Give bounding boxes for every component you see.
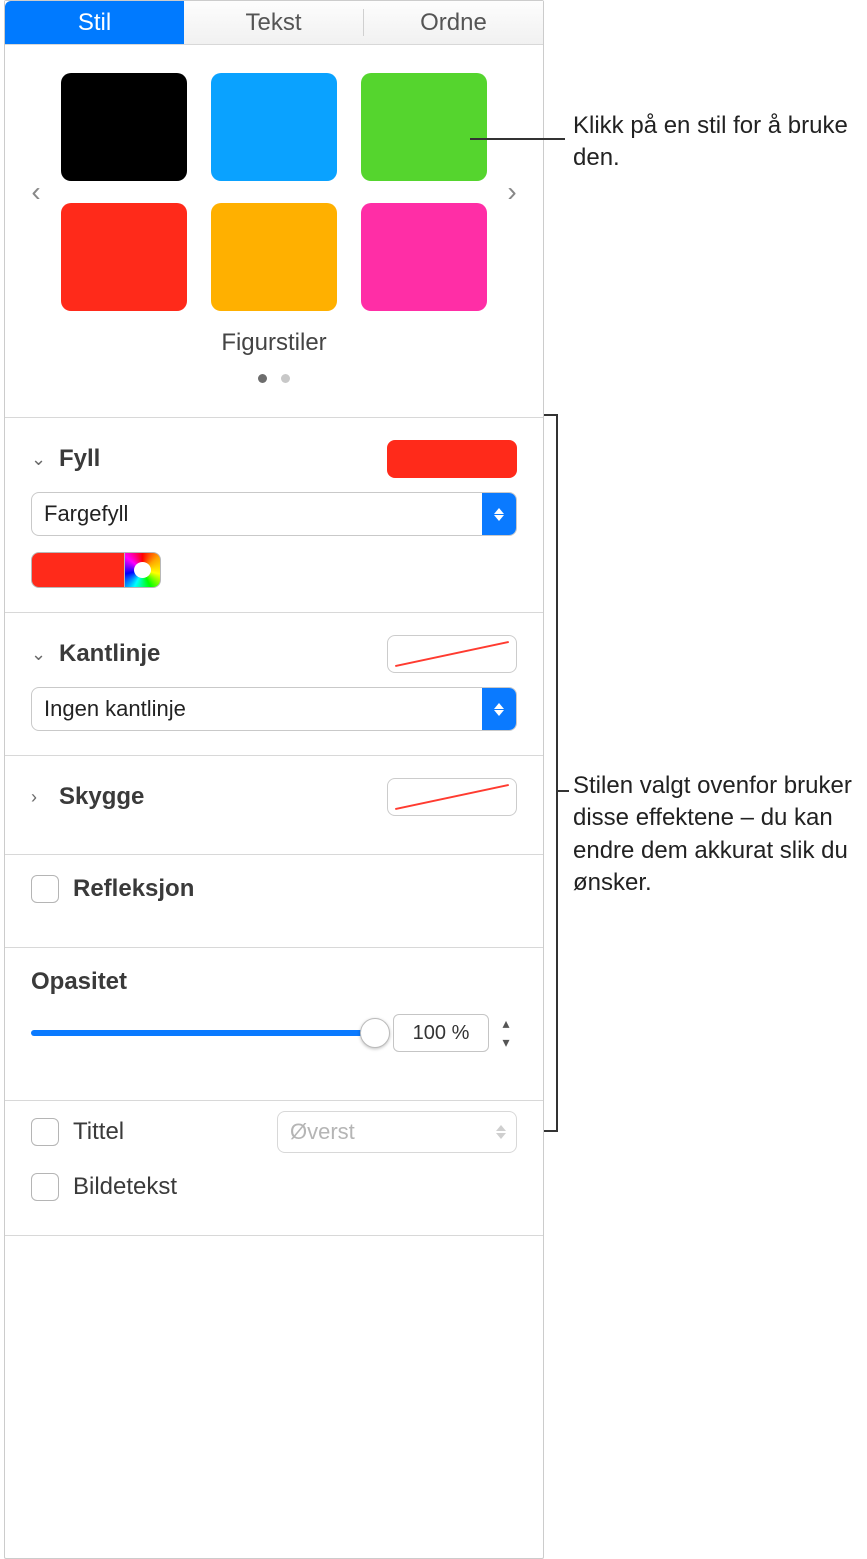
callout-styles: Klikk på en stil for å bruke den. xyxy=(573,110,867,175)
stepper-down-icon[interactable]: ▾ xyxy=(495,1033,517,1052)
chevron-down-icon[interactable]: ⌄ xyxy=(31,644,49,665)
stroke-type-label: Ingen kantlinje xyxy=(32,696,482,722)
opacity-value-field[interactable]: 100 % xyxy=(393,1014,489,1052)
title-position-popup-disabled: Øverst xyxy=(277,1111,517,1153)
opacity-slider[interactable] xyxy=(31,1030,375,1036)
tab-text[interactable]: Tekst xyxy=(184,1,363,44)
title-checkbox[interactable] xyxy=(31,1118,59,1146)
chevron-right-icon[interactable]: › xyxy=(31,787,49,808)
stroke-preview-none[interactable] xyxy=(387,635,517,673)
callout-bracket xyxy=(556,414,558,1132)
shadow-preview-none[interactable] xyxy=(387,778,517,816)
opacity-title: Opasitet xyxy=(31,968,517,996)
fill-type-popup[interactable]: Fargefyll xyxy=(31,492,517,536)
popup-arrows-icon xyxy=(482,688,516,730)
stroke-section: ⌄ Kantlinje Ingen kantlinje xyxy=(5,613,543,756)
fill-color-row xyxy=(31,552,517,588)
format-inspector-panel: Stil Tekst Ordne ‹ › Figurstiler ⌄ xyxy=(4,0,544,1559)
reflection-label: Refleksjon xyxy=(73,875,194,903)
styles-page-dots xyxy=(25,363,523,389)
title-label: Tittel xyxy=(73,1118,124,1146)
inspector-tabs: Stil Tekst Ordne xyxy=(5,1,543,45)
caption-checkbox[interactable] xyxy=(31,1173,59,1201)
fill-preview[interactable] xyxy=(387,440,517,478)
style-swatch-red[interactable] xyxy=(61,203,187,311)
tab-style[interactable]: Stil xyxy=(5,1,184,44)
styles-next-icon[interactable]: › xyxy=(501,176,523,208)
callout-leader-line xyxy=(470,138,565,140)
popup-arrows-icon xyxy=(482,493,516,535)
popup-arrows-icon xyxy=(496,1125,506,1139)
opacity-section: Opasitet 100 % ▴ ▾ xyxy=(5,948,543,1101)
fill-title: Fyll xyxy=(59,445,377,473)
page-dot-1[interactable] xyxy=(258,374,267,383)
style-swatch-pink[interactable] xyxy=(361,203,487,311)
fill-color-well[interactable] xyxy=(31,552,125,588)
caption-label: Bildetekst xyxy=(73,1173,177,1201)
tab-arrange[interactable]: Ordne xyxy=(364,1,543,44)
stroke-title: Kantlinje xyxy=(59,640,377,668)
callout-leader-line xyxy=(557,790,569,792)
fill-type-label: Fargefyll xyxy=(32,501,482,527)
slider-thumb[interactable] xyxy=(360,1018,390,1048)
opacity-stepper: 100 % ▴ ▾ xyxy=(393,1014,517,1052)
title-caption-section: Tittel Øverst Bildetekst xyxy=(5,1101,543,1258)
style-swatch-black[interactable] xyxy=(61,73,187,181)
fill-section: ⌄ Fyll Fargefyll xyxy=(5,418,543,613)
shape-styles-grid xyxy=(61,73,487,311)
reflection-checkbox[interactable] xyxy=(31,875,59,903)
style-swatch-blue[interactable] xyxy=(211,73,337,181)
style-swatch-orange[interactable] xyxy=(211,203,337,311)
shadow-section: › Skygge xyxy=(5,756,543,855)
callout-effects: Stilen valgt ovenfor bruker disse effekt… xyxy=(573,770,867,900)
chevron-down-icon[interactable]: ⌄ xyxy=(31,449,49,470)
reflection-section: Refleksjon xyxy=(5,855,543,948)
divider xyxy=(5,1235,543,1236)
page-dot-2[interactable] xyxy=(281,374,290,383)
shape-styles-label: Figurstiler xyxy=(25,329,523,357)
style-swatch-green[interactable] xyxy=(361,73,487,181)
shape-styles-area: ‹ › Figurstiler xyxy=(5,45,543,399)
styles-prev-icon[interactable]: ‹ xyxy=(25,176,47,208)
stroke-type-popup[interactable]: Ingen kantlinje xyxy=(31,687,517,731)
stepper-up-icon[interactable]: ▴ xyxy=(495,1014,517,1033)
shadow-title: Skygge xyxy=(59,783,377,811)
title-position-value: Øverst xyxy=(290,1119,355,1145)
color-wheel-icon[interactable] xyxy=(125,552,161,588)
